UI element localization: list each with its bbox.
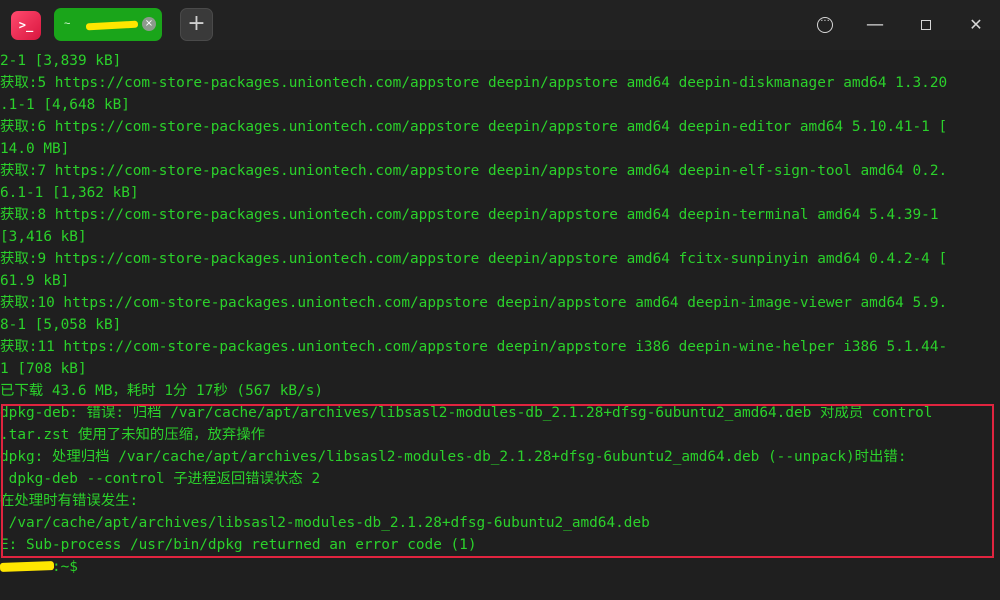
- terminal-line: 6.1-1 [1,362 kB]: [0, 185, 139, 201]
- terminal-line: 获取:5 https://com-store-packages.uniontec…: [0, 75, 948, 91]
- close-button[interactable]: ✕: [961, 10, 991, 40]
- terminal-line: .1-1 [4,648 kB]: [0, 97, 130, 113]
- terminal-line: 获取:10 https://com-store-packages.unionte…: [0, 295, 948, 311]
- menu-button[interactable]: ···: [810, 10, 840, 40]
- terminal-line: 获取:9 https://com-store-packages.uniontec…: [0, 251, 948, 267]
- more-options-icon: ···: [817, 17, 833, 33]
- maximize-icon: [921, 20, 931, 30]
- error-highlight-box: [1, 404, 994, 558]
- terminal-line: 获取:7 https://com-store-packages.uniontec…: [0, 163, 948, 179]
- terminal-line: [3,416 kB]: [0, 229, 87, 245]
- redaction-mark: [0, 561, 55, 572]
- terminal-line: 2-1 [3,839 kB]: [0, 53, 122, 69]
- terminal-line: 1 [708 kB]: [0, 361, 87, 377]
- tab-active-terminal[interactable]: ~ ×: [54, 8, 162, 41]
- terminal-line: 61.9 kB]: [0, 273, 70, 289]
- terminal-line: 14.0 MB]: [0, 141, 70, 157]
- terminal-output[interactable]: 2-1 [3,839 kB] 获取:5 https://com-store-pa…: [0, 50, 1000, 600]
- title-bar: >_ ~ × + ··· — ✕: [0, 0, 1000, 50]
- terminal-line: 获取:11 https://com-store-packages.unionte…: [0, 339, 948, 355]
- new-tab-button[interactable]: +: [180, 8, 213, 41]
- terminal-line: 8-1 [5,058 kB]: [0, 317, 122, 333]
- tab-close-icon[interactable]: ×: [142, 17, 156, 31]
- shell-prompt[interactable]: :~$: [0, 556, 1000, 578]
- terminal-line: 获取:6 https://com-store-packages.uniontec…: [0, 119, 948, 135]
- terminal-app-icon[interactable]: >_: [11, 11, 41, 40]
- minimize-button[interactable]: —: [860, 10, 890, 40]
- terminal-line: 获取:8 https://com-store-packages.uniontec…: [0, 207, 939, 223]
- terminal-line: 已下载 43.6 MB，耗时 1分 17秒 (567 kB/s): [0, 383, 324, 399]
- maximize-button[interactable]: [911, 10, 941, 40]
